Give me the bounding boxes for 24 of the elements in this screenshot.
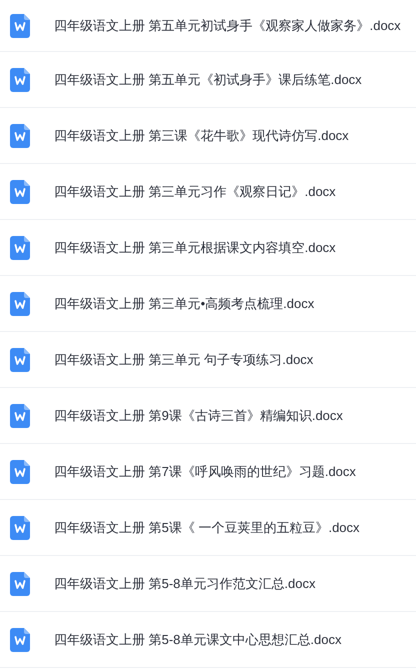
word-document-icon — [10, 124, 30, 148]
file-name[interactable]: 四年级语文上册 第三单元根据课文内容填空.docx — [54, 238, 336, 258]
word-document-icon — [10, 572, 30, 596]
file-name[interactable]: 四年级语文上册 第三单元 句子专项练习.docx — [54, 350, 314, 370]
file-name[interactable]: 四年级语文上册 第5课《 一个豆荚里的五粒豆》.docx — [54, 518, 360, 538]
word-document-icon — [10, 236, 30, 260]
word-document-icon — [10, 404, 30, 428]
word-document-icon — [10, 460, 30, 484]
word-document-icon — [10, 180, 30, 204]
file-name[interactable]: 四年级语文上册 第三单元•高频考点梳理.docx — [54, 294, 314, 314]
file-name[interactable]: 四年级语文上册 第5-8单元课文中心思想汇总.docx — [54, 630, 342, 650]
file-name[interactable]: 四年级语文上册 第三课《花牛歌》现代诗仿写.docx — [54, 126, 349, 146]
file-name[interactable]: 四年级语文上册 第7课《呼风唤雨的世纪》习题.docx — [54, 462, 356, 482]
word-document-icon — [10, 68, 30, 92]
word-document-icon — [10, 14, 30, 38]
word-document-icon — [10, 516, 30, 540]
word-document-icon — [10, 292, 30, 316]
file-name[interactable]: 四年级语文上册 第五单元《初试身手》课后练笔.docx — [54, 70, 362, 90]
word-document-icon — [10, 348, 30, 372]
word-document-icon — [10, 628, 30, 652]
file-name[interactable]: 四年级语文上册 第9课《古诗三首》精编知识.docx — [54, 406, 343, 426]
file-name[interactable]: 四年级语文上册 第5-8单元习作范文汇总.docx — [54, 574, 316, 594]
file-name[interactable]: 四年级语文上册 第三单元习作《观察日记》.docx — [54, 182, 336, 202]
file-name[interactable]: 四年级语文上册 第五单元初试身手《观察家人做家务》.docx — [54, 16, 401, 36]
